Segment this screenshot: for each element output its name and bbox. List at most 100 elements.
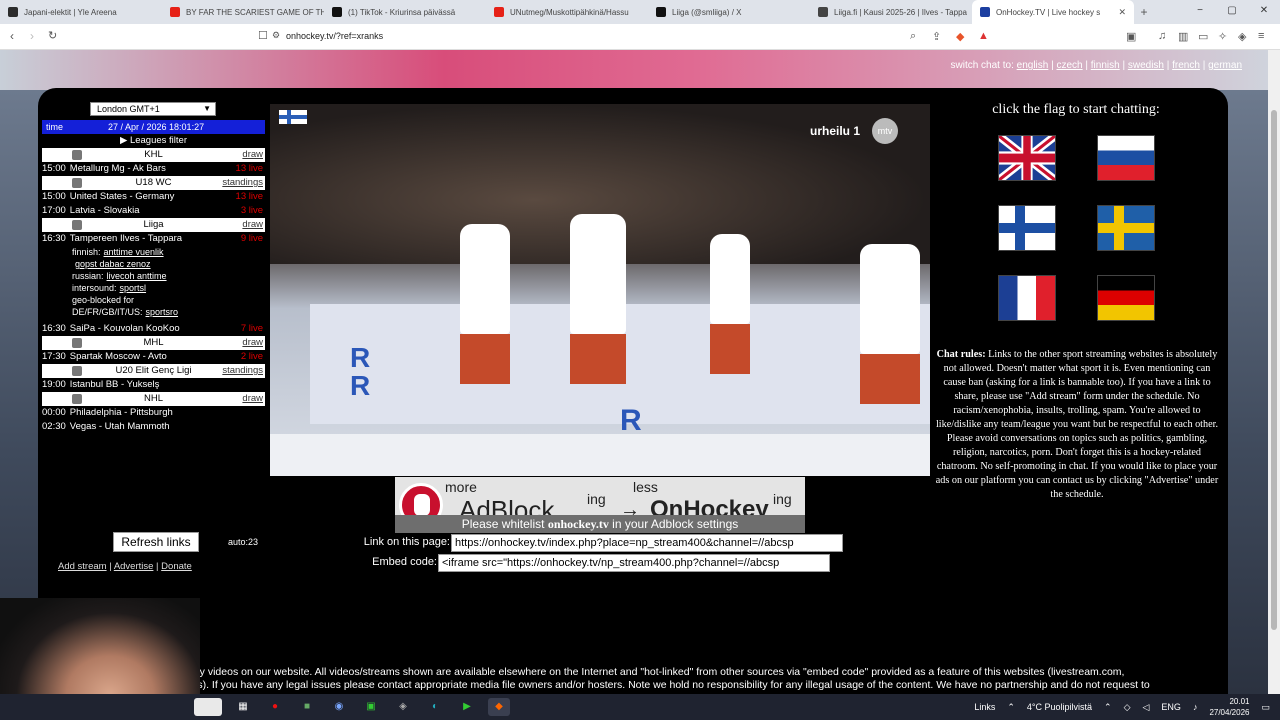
leo-icon[interactable]: ✧	[1218, 30, 1227, 43]
lang-swedish-link[interactable]: swedish	[1128, 60, 1164, 71]
stream-link[interactable]: sportsl	[120, 283, 147, 293]
close-window-button[interactable]: ✕	[1248, 0, 1280, 22]
game-row[interactable]: 17:30 Spartak Moscow - Avto 2 live	[42, 350, 265, 364]
files-icon[interactable]: ■	[296, 698, 318, 716]
leagues-filter[interactable]: ▶ Leagues filter	[42, 134, 265, 148]
extensions-icon[interactable]: ▣	[1126, 30, 1136, 43]
refresh-links-button[interactable]: Refresh links	[113, 532, 199, 552]
lang-finnish-link[interactable]: finnish	[1091, 60, 1120, 71]
english-flag[interactable]	[996, 132, 1058, 184]
menu-icon[interactable]: ≡	[1258, 30, 1264, 42]
game-row[interactable]: 00:00 Philadelphia - Pittsburgh	[42, 406, 265, 420]
slovak-flag[interactable]	[1097, 135, 1155, 181]
language-indicator[interactable]: ENG	[1161, 702, 1181, 712]
stream-link[interactable]: gopst dabac zenoz	[75, 259, 151, 269]
network-icon[interactable]: ◇	[1124, 702, 1131, 713]
add-stream-link[interactable]: Add stream	[58, 561, 107, 572]
sidebar-icon[interactable]: ▥	[1178, 30, 1188, 43]
game-row[interactable]: 16:30 Tampereen Ilves - Tappara 9 live	[42, 232, 265, 246]
stream-link-row: finnish: anttime vuenlik	[42, 246, 265, 258]
weather-widget[interactable]: 4°C Puolipilvistä	[1027, 702, 1092, 712]
lang-french-link[interactable]: french	[1172, 60, 1200, 71]
forward-icon[interactable]: ›	[30, 29, 34, 43]
chat-rules-title: Chat rules:	[936, 349, 986, 360]
speaker-icon[interactable]: ♪	[1193, 702, 1198, 712]
game-teams: United States - Germany	[69, 191, 175, 202]
league-link[interactable]: standings	[222, 364, 263, 378]
game-row[interactable]: 02:30 Vegas - Utah Mammoth	[42, 420, 265, 434]
share-icon[interactable]: ⇪	[932, 30, 941, 43]
browser-tab[interactable]: UNutmeg/Muskottipähkinä/Hassu	[486, 0, 648, 24]
stream-link-label: DE/FR/GB/IT/US:	[72, 307, 143, 317]
app-icon[interactable]: ▣	[360, 698, 382, 716]
maximize-button[interactable]: ▢	[1216, 0, 1248, 22]
donate-link[interactable]: Donate	[161, 561, 192, 572]
bookmark-icon[interactable]: ☐	[258, 29, 268, 42]
stream-link-label: finnish:	[72, 247, 101, 257]
brave-shields-icon[interactable]: ◆	[956, 30, 964, 43]
league-link[interactable]: standings	[222, 176, 263, 190]
scrollbar-thumb[interactable]	[1271, 110, 1277, 630]
search-box[interactable]	[194, 698, 222, 716]
game-row[interactable]: 16:30 SaiPa - Kouvolan KooKoo 7 live	[42, 322, 265, 336]
video-player[interactable]: RR R urheilu 1 mtv	[270, 104, 930, 476]
game-row[interactable]: 19:00 Istanbul BB - Yukselş	[42, 378, 265, 392]
league-logo-icon	[72, 178, 82, 188]
links-toolbar[interactable]: Links	[974, 702, 995, 712]
lang-german-link[interactable]: german	[1208, 60, 1242, 71]
brave-taskbar-icon[interactable]: ◆	[488, 698, 510, 716]
browser-tab[interactable]: BY FAR THE SCARIEST GAME OF THE	[162, 0, 324, 24]
volume-icon[interactable]: ◁	[1143, 702, 1150, 713]
browser-tab[interactable]: Liiga (@smliiga) / X	[648, 0, 810, 24]
chevron-up-icon[interactable]: ⌃	[1007, 702, 1015, 713]
stream-link[interactable]: sportsro	[146, 307, 179, 317]
stream-link[interactable]: livecoh anttime	[107, 271, 167, 281]
reload-icon[interactable]: ↻	[48, 29, 57, 42]
stream-link[interactable]: anttime vuenlik	[104, 247, 164, 257]
play-app-icon[interactable]: ▶	[456, 698, 478, 716]
league-link[interactable]: draw	[242, 336, 263, 350]
clock[interactable]: 20.01 27/04/2026	[1209, 696, 1249, 718]
disclaimer: any videos on our website. All videos/st…	[188, 666, 1228, 692]
timezone-select[interactable]: London GMT+1 ▼	[90, 102, 216, 116]
swedish-flag[interactable]	[1097, 205, 1155, 251]
discord-icon[interactable]: ◉	[328, 698, 350, 716]
new-tab-button[interactable]: +	[1134, 0, 1154, 24]
site-info-icon[interactable]: ⚙	[272, 30, 280, 41]
media-icon[interactable]: ♫	[1158, 30, 1166, 42]
tab-search-icon[interactable]: ▭	[1198, 30, 1208, 43]
zoom-icon[interactable]: ⌕	[910, 30, 916, 43]
game-row[interactable]: 15:00 Metallurg Mg - Ak Bars 13 live	[42, 162, 265, 176]
embed-field[interactable]: <iframe src="https://onhockey.tv/np_stre…	[438, 554, 830, 572]
url-field[interactable]: onhockey.tv/?ref=xranks	[286, 31, 383, 41]
browser-tab[interactable]: OnHockey.TV | Live hockey s ✕	[972, 0, 1134, 24]
german-flag[interactable]	[1097, 275, 1155, 321]
scrollbar[interactable]	[1268, 50, 1280, 694]
lang-english-link[interactable]: english	[1017, 60, 1049, 71]
minimize-button[interactable]: −	[1184, 0, 1216, 22]
task-view-icon[interactable]: ▦	[232, 698, 254, 716]
league-link[interactable]: draw	[242, 218, 263, 232]
finnish-flag[interactable]	[998, 205, 1056, 251]
shield-app-icon[interactable]: ◈	[392, 698, 414, 716]
notifications-icon[interactable]: ▭	[1261, 702, 1270, 713]
edge-icon[interactable]: ◐	[424, 698, 446, 716]
opera-icon[interactable]: ●	[264, 698, 286, 716]
league-link[interactable]: draw	[242, 392, 263, 406]
advertise-link[interactable]: Advertise	[114, 561, 154, 572]
browser-tab[interactable]: Liiga.fi | Kausi 2025-26 | Ilves - Tappa	[810, 0, 972, 24]
wallet-icon[interactable]: ◈	[1238, 30, 1246, 43]
browser-tab[interactable]: Japani-elektit | Yle Areena	[0, 0, 162, 24]
browser-tab[interactable]: (1) TikTok - Kriurinsa päivässä	[324, 0, 486, 24]
back-icon[interactable]: ‹	[10, 29, 14, 43]
league-link[interactable]: draw	[242, 148, 263, 162]
game-row[interactable]: 15:00 United States - Germany 13 live	[42, 190, 265, 204]
game-teams: Tampereen Ilves - Tappara	[69, 233, 183, 244]
brave-rewards-icon[interactable]: ▲	[978, 30, 989, 42]
link-field[interactable]: https://onhockey.tv/index.php?place=np_s…	[451, 534, 843, 552]
chevron-up-icon[interactable]: ⌃	[1104, 702, 1112, 713]
lang-czech-link[interactable]: czech	[1057, 60, 1083, 71]
game-row[interactable]: 17:00 Latvia - Slovakia 3 live	[42, 204, 265, 218]
french-flag[interactable]	[998, 275, 1056, 321]
close-tab-icon[interactable]: ✕	[1118, 7, 1126, 18]
